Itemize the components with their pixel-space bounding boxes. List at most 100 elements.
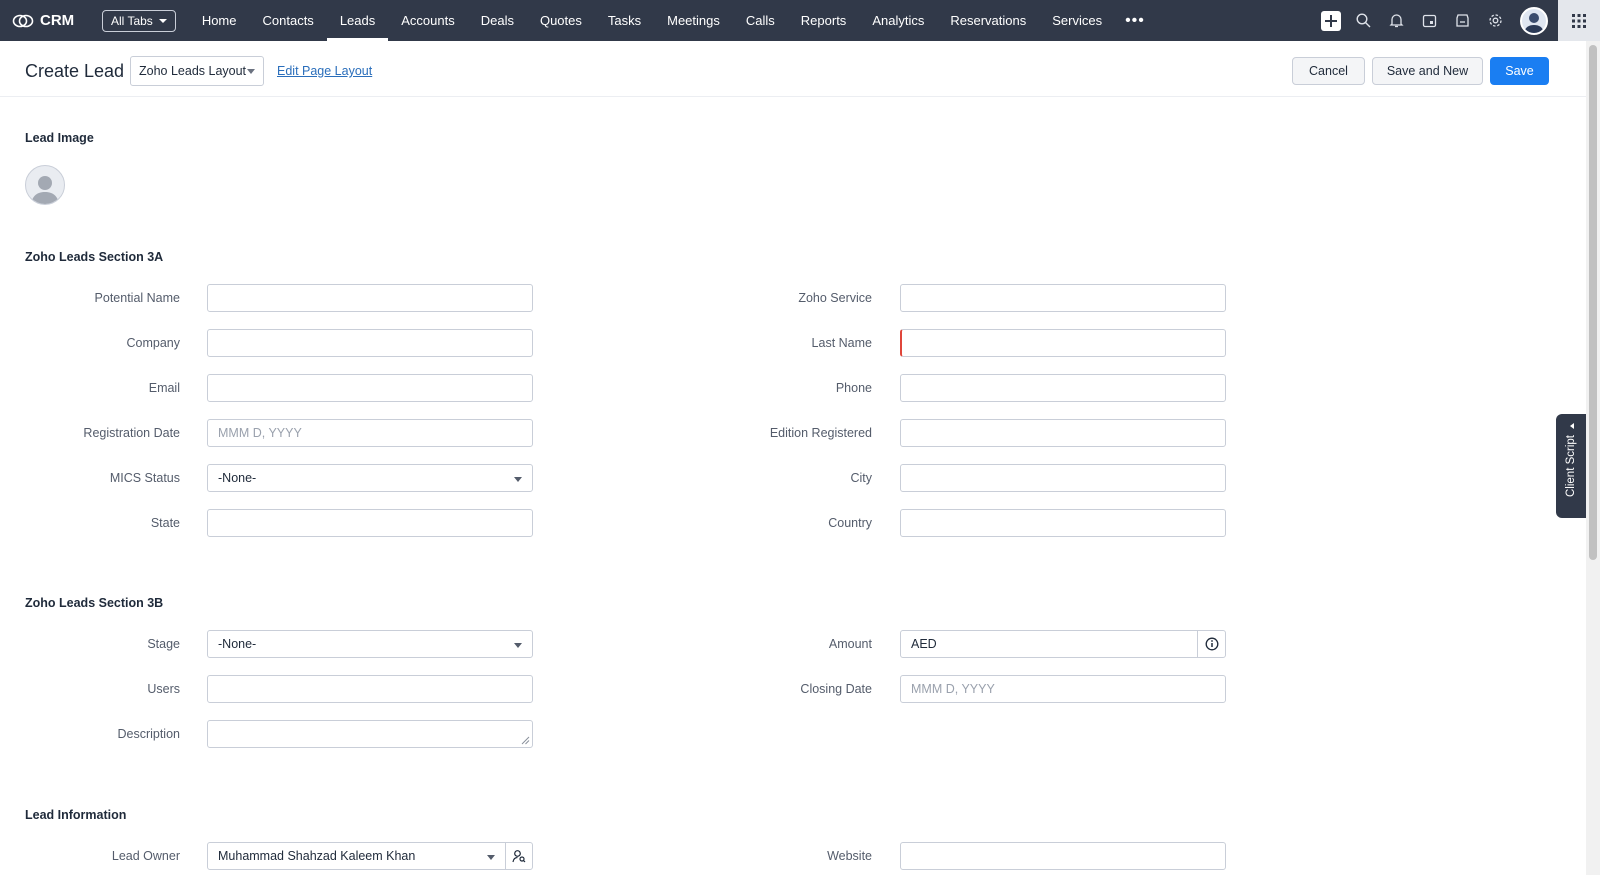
tab-accounts[interactable]: Accounts	[388, 0, 467, 41]
calendar-icon	[1422, 14, 1437, 28]
all-tabs-button[interactable]: All Tabs	[102, 9, 176, 32]
chevron-down-icon	[487, 855, 495, 860]
stage-label: Stage	[147, 637, 180, 651]
phone-input[interactable]	[900, 374, 1226, 402]
tab-meetings[interactable]: Meetings	[654, 0, 733, 41]
tab-reports[interactable]: Reports	[788, 0, 860, 41]
settings-button[interactable]	[1479, 0, 1512, 41]
country-input[interactable]	[900, 509, 1226, 537]
lead-information-title: Lead Information	[25, 808, 127, 822]
company-input[interactable]	[207, 329, 533, 357]
description-label: Description	[117, 727, 180, 741]
tab-analytics[interactable]: Analytics	[859, 0, 937, 41]
calendar-button[interactable]	[1413, 0, 1446, 41]
last-name-input[interactable]	[900, 329, 1226, 357]
person-placeholder-icon	[31, 176, 59, 204]
closing-date-placeholder: MMM D, YYYY	[911, 682, 995, 696]
lead-owner-select[interactable]: Muhammad Shahzad Kaleem Khan	[207, 842, 533, 870]
cancel-button[interactable]: Cancel	[1292, 57, 1365, 85]
mics-status-value: -None-	[218, 471, 257, 485]
save-and-new-button[interactable]: Save and New	[1372, 57, 1483, 85]
lead-owner-value: Muhammad Shahzad Kaleem Khan	[218, 849, 416, 863]
amount-currency: AED	[911, 637, 937, 651]
user-avatar[interactable]	[1520, 6, 1548, 35]
top-navigation-bar: CRM All Tabs Home Contacts Leads Account…	[0, 0, 1600, 41]
user-search-icon	[512, 850, 526, 863]
registration-date-label: Registration Date	[83, 426, 180, 440]
notifications-button[interactable]	[1380, 0, 1413, 41]
email-input[interactable]	[207, 374, 533, 402]
users-input[interactable]	[207, 675, 533, 703]
chevron-down-icon	[514, 477, 522, 482]
client-script-tab[interactable]: Client Script	[1556, 414, 1586, 518]
page-title: Create Lead	[25, 61, 125, 81]
more-tabs-button[interactable]: •••	[1115, 0, 1155, 41]
closing-date-input[interactable]: MMM D, YYYY	[900, 675, 1226, 703]
client-script-label: Client Script	[1565, 435, 1577, 497]
tab-home[interactable]: Home	[189, 0, 250, 41]
city-input[interactable]	[900, 464, 1226, 492]
tab-leads[interactable]: Leads	[326, 0, 389, 41]
page-header: Create Lead Zoho Leads Layout Edit Page …	[0, 41, 1586, 97]
stage-value: -None-	[218, 637, 257, 651]
page-scrollbar[interactable]	[1586, 41, 1600, 875]
lead-image-upload[interactable]	[25, 165, 65, 205]
marketplace-icon	[1456, 14, 1469, 27]
quick-create-button[interactable]	[1314, 0, 1347, 41]
city-label: City	[850, 471, 872, 485]
layout-select-value: Zoho Leads Layout	[139, 64, 247, 78]
amount-label: Amount	[828, 637, 872, 651]
all-tabs-label: All Tabs	[111, 13, 153, 28]
chevron-up-icon	[1570, 423, 1574, 429]
apps-grid-button[interactable]	[1558, 0, 1600, 41]
user-photo-icon	[1524, 12, 1544, 33]
chevron-down-icon	[514, 643, 522, 648]
resize-handle-icon[interactable]	[521, 736, 530, 745]
closing-date-label: Closing Date	[800, 682, 872, 696]
edition-registered-input[interactable]	[900, 419, 1226, 447]
top-right-toolbar	[1314, 0, 1600, 41]
lead-owner-lookup-button[interactable]	[505, 843, 532, 869]
amount-info-button[interactable]	[1197, 631, 1225, 657]
layout-select[interactable]: Zoho Leads Layout	[130, 56, 264, 86]
website-input[interactable]	[900, 842, 1226, 870]
state-input[interactable]	[207, 509, 533, 537]
description-textarea[interactable]	[207, 720, 533, 748]
tab-tasks[interactable]: Tasks	[595, 0, 654, 41]
zoho-service-input[interactable]	[900, 284, 1226, 312]
tab-deals[interactable]: Deals	[468, 0, 527, 41]
zoho-logo-icon	[12, 14, 34, 27]
users-label: Users	[147, 682, 180, 696]
save-button[interactable]: Save	[1490, 57, 1549, 85]
crm-logo[interactable]: CRM	[12, 12, 90, 29]
mics-status-select[interactable]: -None-	[207, 464, 533, 492]
gear-icon	[1489, 14, 1502, 27]
company-label: Company	[126, 336, 181, 350]
tab-calls[interactable]: Calls	[733, 0, 788, 41]
app-name: CRM	[40, 12, 75, 29]
tab-services[interactable]: Services	[1039, 0, 1115, 41]
info-icon	[1205, 637, 1218, 651]
potential-name-input[interactable]	[207, 284, 533, 312]
website-label: Website	[827, 849, 872, 863]
lead-image-title: Lead Image	[25, 131, 94, 145]
tab-reservations[interactable]: Reservations	[937, 0, 1039, 41]
apps-grid-icon	[1572, 13, 1586, 28]
email-label: Email	[148, 381, 180, 395]
search-button[interactable]	[1347, 0, 1380, 41]
edit-page-layout-link[interactable]: Edit Page Layout	[277, 64, 372, 78]
search-icon	[1356, 13, 1371, 28]
section-3b-title: Zoho Leads Section 3B	[25, 596, 164, 610]
registration-date-placeholder: MMM D, YYYY	[218, 426, 302, 440]
stage-select[interactable]: -None-	[207, 630, 533, 658]
country-label: Country	[828, 516, 872, 530]
registration-date-input[interactable]: MMM D, YYYY	[207, 419, 533, 447]
amount-input[interactable]: AED	[900, 630, 1226, 658]
state-label: State	[150, 516, 180, 530]
scrollbar-thumb[interactable]	[1589, 45, 1597, 560]
plus-icon	[1320, 10, 1341, 31]
tab-contacts[interactable]: Contacts	[250, 0, 327, 41]
tab-quotes[interactable]: Quotes	[527, 0, 595, 41]
module-tabs: Home Contacts Leads Accounts Deals Quote…	[189, 0, 1155, 41]
marketplace-button[interactable]	[1446, 0, 1479, 41]
